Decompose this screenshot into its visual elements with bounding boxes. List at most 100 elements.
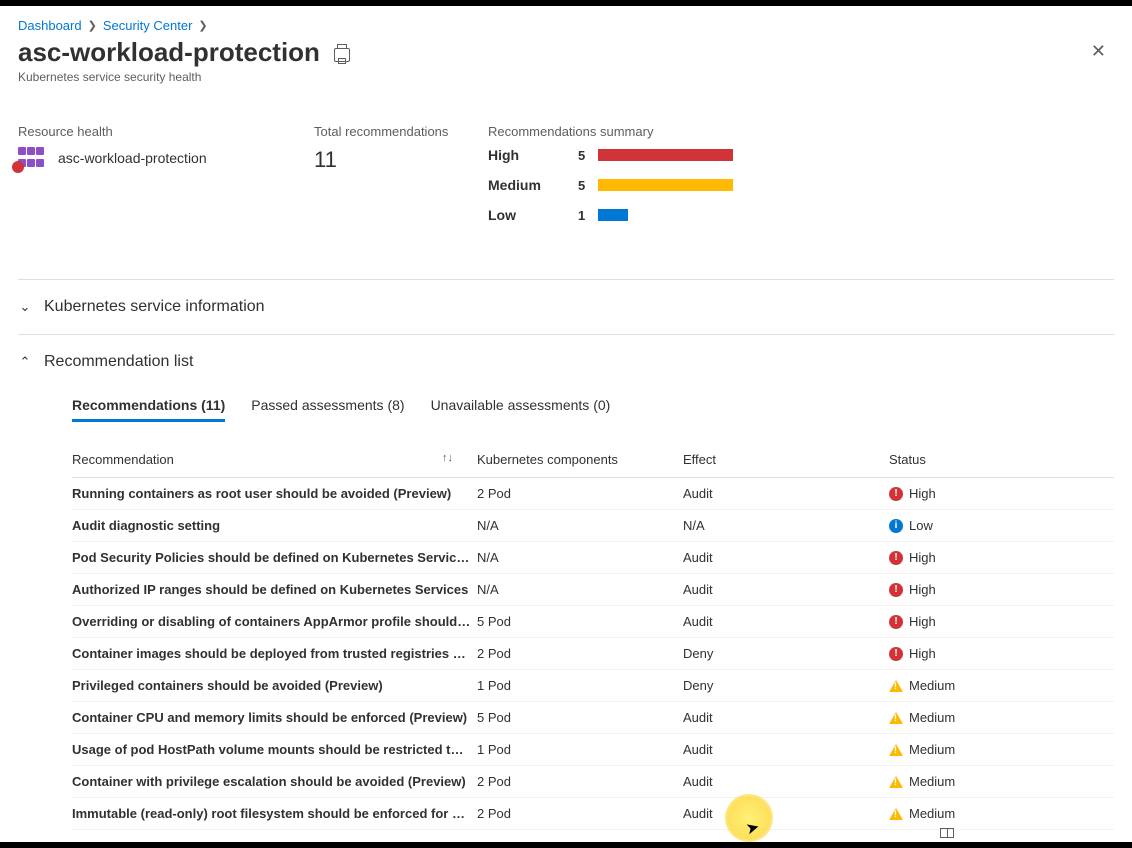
resource-name: asc-workload-protection: [58, 150, 207, 166]
section-kubernetes-info: ⌄ Kubernetes service information: [18, 279, 1114, 335]
column-header-components[interactable]: Kubernetes components: [477, 444, 683, 478]
severity-medium-icon: [889, 744, 903, 756]
cell-effect: Audit: [683, 734, 889, 766]
section-title-kubernetes-info: Kubernetes service information: [44, 298, 265, 316]
close-button[interactable]: ✕: [1083, 37, 1114, 66]
tab-recommendations[interactable]: Recommendations (11): [72, 397, 225, 422]
view-mode-icon[interactable]: [940, 828, 954, 838]
status-label: High: [909, 614, 936, 629]
cell-recommendation: Authorized IP ranges should be defined o…: [72, 574, 477, 606]
severity-high-bar: [598, 149, 733, 161]
table-row[interactable]: Container with privilege escalation shou…: [72, 766, 1114, 798]
status-label: Medium: [909, 774, 955, 789]
sort-icon[interactable]: ↑↓: [442, 452, 453, 464]
severity-high-icon: !: [889, 583, 903, 597]
status-label: Medium: [909, 806, 955, 821]
severity-row-medium: Medium 5: [488, 177, 1114, 193]
status-label: High: [909, 646, 936, 661]
cell-recommendation: Container CPU and memory limits should b…: [72, 702, 477, 734]
cell-effect: Audit: [683, 606, 889, 638]
breadcrumb-dashboard[interactable]: Dashboard: [18, 18, 82, 33]
cell-effect: Audit: [683, 542, 889, 574]
chevron-right-icon: ❯: [88, 19, 97, 32]
column-header-effect[interactable]: Effect: [683, 444, 889, 478]
tabs: Recommendations (11) Passed assessments …: [72, 397, 1114, 422]
table-row[interactable]: Authorized IP ranges should be defined o…: [72, 574, 1114, 606]
severity-medium-icon: [889, 712, 903, 724]
status-label: Medium: [909, 678, 955, 693]
resource-health-label: Resource health: [18, 124, 314, 139]
status-label: Medium: [909, 742, 955, 757]
severity-high-label: High: [488, 147, 578, 163]
alert-badge-icon: [12, 161, 24, 173]
status-label: High: [909, 582, 936, 597]
page-title: asc-workload-protection: [18, 37, 320, 68]
cell-status: ! High: [889, 478, 1114, 510]
cell-components: 2 Pod: [477, 798, 683, 830]
cell-status: Medium: [889, 734, 1114, 766]
table-row[interactable]: Overriding or disabling of containers Ap…: [72, 606, 1114, 638]
cell-recommendation: Pod Security Policies should be defined …: [72, 542, 477, 574]
tab-unavailable-assessments[interactable]: Unavailable assessments (0): [431, 397, 611, 422]
recommendations-summary-label: Recommendations summary: [488, 124, 1114, 139]
status-label: High: [909, 550, 936, 565]
section-recommendation-list: ⌃ Recommendation list Recommendations (1…: [18, 335, 1114, 830]
cell-status: Medium: [889, 702, 1114, 734]
table-row[interactable]: Immutable (read-only) root filesystem sh…: [72, 798, 1114, 830]
section-header-recommendation-list[interactable]: ⌃ Recommendation list: [18, 353, 1114, 371]
status-label: Low: [909, 518, 933, 533]
breadcrumb: Dashboard ❯ Security Center ❯: [18, 18, 1114, 33]
cell-components: 1 Pod: [477, 670, 683, 702]
status-label: Medium: [909, 710, 955, 725]
severity-medium-icon: [889, 808, 903, 820]
severity-row-low: Low 1: [488, 207, 1114, 223]
table-row[interactable]: Usage of pod HostPath volume mounts shou…: [72, 734, 1114, 766]
tab-passed-assessments[interactable]: Passed assessments (8): [251, 397, 404, 422]
table-row[interactable]: Running containers as root user should b…: [72, 478, 1114, 510]
table-row[interactable]: Privileged containers should be avoided …: [72, 670, 1114, 702]
table-row[interactable]: Pod Security Policies should be defined …: [72, 542, 1114, 574]
severity-high-count: 5: [578, 148, 598, 163]
severity-medium-label: Medium: [488, 177, 578, 193]
severity-high-icon: !: [889, 647, 903, 661]
breadcrumb-security-center[interactable]: Security Center: [103, 18, 193, 33]
cell-status: ! High: [889, 574, 1114, 606]
section-header-kubernetes-info[interactable]: ⌄ Kubernetes service information: [18, 298, 1114, 316]
table-row[interactable]: Container images should be deployed from…: [72, 638, 1114, 670]
print-icon[interactable]: [334, 48, 350, 62]
column-header-recommendation-label: Recommendation: [72, 452, 174, 467]
cell-recommendation: Usage of pod HostPath volume mounts shou…: [72, 734, 477, 766]
cell-recommendation: Container images should be deployed from…: [72, 638, 477, 670]
column-header-status[interactable]: Status: [889, 444, 1114, 478]
column-header-recommendation[interactable]: Recommendation ↑↓: [72, 444, 477, 478]
cell-components: N/A: [477, 574, 683, 606]
cell-status: Medium: [889, 766, 1114, 798]
cell-recommendation: Privileged containers should be avoided …: [72, 670, 477, 702]
cell-components: N/A: [477, 510, 683, 542]
cell-effect: Deny: [683, 638, 889, 670]
cell-effect: Audit: [683, 574, 889, 606]
cell-components: 1 Pod: [477, 734, 683, 766]
severity-low-count: 1: [578, 208, 598, 223]
total-recommendations-label: Total recommendations: [314, 124, 488, 139]
severity-high-icon: !: [889, 551, 903, 565]
cell-recommendation: Audit diagnostic setting: [72, 510, 477, 542]
severity-high-icon: !: [889, 615, 903, 629]
total-recommendations-value: 11: [314, 147, 488, 173]
cell-recommendation: Immutable (read-only) root filesystem sh…: [72, 798, 477, 830]
cell-effect: Deny: [683, 670, 889, 702]
section-title-recommendation-list: Recommendation list: [44, 353, 193, 371]
severity-medium-bar: [598, 179, 733, 191]
table-row[interactable]: Audit diagnostic settingN/AN/AiLow: [72, 510, 1114, 542]
severity-high-icon: !: [889, 487, 903, 501]
cell-components: 5 Pod: [477, 606, 683, 638]
severity-medium-icon: [889, 680, 903, 692]
table-row[interactable]: Container CPU and memory limits should b…: [72, 702, 1114, 734]
cell-effect: Audit: [683, 702, 889, 734]
severity-medium-icon: [889, 776, 903, 788]
status-label: High: [909, 486, 936, 501]
severity-row-high: High 5: [488, 147, 1114, 163]
cell-recommendation: Container with privilege escalation shou…: [72, 766, 477, 798]
cell-components: 2 Pod: [477, 766, 683, 798]
recommendations-table: Recommendation ↑↓ Kubernetes components …: [72, 444, 1114, 830]
